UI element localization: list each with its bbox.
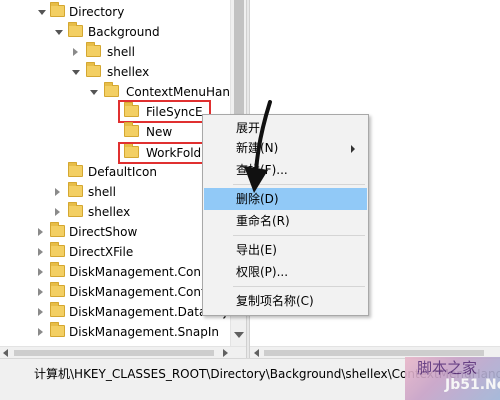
folder-icon bbox=[68, 22, 83, 37]
tree-item-directxfile[interactable]: DirectXFile bbox=[0, 242, 230, 262]
menu-item-label: 导出(E) bbox=[236, 243, 277, 257]
tree-horizontal-scrollbar[interactable] bbox=[0, 346, 246, 358]
scroll-left-icon[interactable] bbox=[254, 349, 259, 357]
scroll-thumb[interactable] bbox=[14, 350, 214, 356]
tree-item-background[interactable]: Background bbox=[0, 22, 230, 42]
highlight-box-workfolders bbox=[118, 142, 211, 164]
tree-item-label: ContextMenuHand bbox=[126, 85, 238, 99]
folder-icon bbox=[50, 2, 65, 17]
tree-item-label: shell bbox=[107, 45, 135, 59]
collapse-icon[interactable] bbox=[38, 308, 43, 316]
collapse-icon[interactable] bbox=[55, 208, 60, 216]
tree-item-diskmgmt-conn[interactable]: DiskManagement.Conn bbox=[0, 262, 230, 282]
folder-icon bbox=[50, 222, 65, 237]
tree-item-contextmenuhandlers[interactable]: ContextMenuHand bbox=[0, 82, 238, 102]
collapse-icon[interactable] bbox=[38, 328, 43, 336]
tree-item-label: DirectShow bbox=[69, 225, 138, 239]
submenu-arrow-icon bbox=[351, 145, 355, 153]
menu-separator bbox=[233, 286, 365, 287]
expand-icon[interactable] bbox=[90, 90, 98, 95]
collapse-icon[interactable] bbox=[38, 268, 43, 276]
annotation-arrow-icon bbox=[244, 100, 272, 193]
tree-item-label: shellex bbox=[107, 65, 150, 79]
collapse-icon[interactable] bbox=[73, 48, 78, 56]
folder-icon bbox=[86, 62, 101, 77]
tree-item-new[interactable]: New bbox=[0, 122, 230, 142]
tree-item-label: DiskManagement.Cont bbox=[69, 285, 206, 299]
collapse-icon[interactable] bbox=[38, 248, 43, 256]
menu-item-new[interactable]: 新建(N) bbox=[204, 137, 367, 159]
collapse-icon[interactable] bbox=[55, 188, 60, 196]
menu-separator bbox=[233, 235, 365, 236]
folder-icon bbox=[50, 262, 65, 277]
folder-icon bbox=[68, 202, 83, 217]
folder-icon bbox=[50, 282, 65, 297]
expand-icon[interactable] bbox=[55, 30, 63, 35]
tree-item-defaulticon[interactable]: DefaultIcon bbox=[0, 162, 230, 182]
menu-item-rename[interactable]: 重命名(R) bbox=[204, 210, 367, 232]
collapse-icon[interactable] bbox=[38, 288, 43, 296]
watermark-text: 脚本之家 bbox=[417, 359, 478, 377]
tree-item-label: DirectXFile bbox=[69, 245, 134, 259]
menu-item-export[interactable]: 导出(E) bbox=[204, 239, 367, 261]
context-menu[interactable]: 展开 新建(N) 查找(F)... 删除(D) 重命名(R) 导出(E) 权限(… bbox=[202, 114, 369, 316]
tree-item-label: DefaultIcon bbox=[88, 165, 157, 179]
scroll-right-icon[interactable] bbox=[223, 349, 228, 357]
menu-item-label: 权限(P)... bbox=[236, 265, 289, 279]
menu-item-permissions[interactable]: 权限(P)... bbox=[204, 261, 367, 283]
tree-item-label: Background bbox=[88, 25, 160, 39]
folder-icon bbox=[50, 302, 65, 317]
tree-item-label: DiskManagement.Conn bbox=[69, 265, 209, 279]
menu-item-delete[interactable]: 删除(D) bbox=[204, 188, 367, 210]
tree-item-directshow[interactable]: DirectShow bbox=[0, 222, 230, 242]
tree-item-shell-2[interactable]: shell bbox=[0, 182, 230, 202]
folder-icon bbox=[86, 42, 101, 57]
folder-icon bbox=[50, 322, 65, 337]
folder-icon bbox=[68, 182, 83, 197]
expand-icon[interactable] bbox=[38, 10, 46, 15]
highlight-box-filesyncex bbox=[118, 100, 211, 123]
tree-item-directory[interactable]: Directory bbox=[0, 2, 230, 22]
tree-item-label: shellex bbox=[88, 205, 131, 219]
folder-icon bbox=[68, 162, 83, 177]
scroll-left-icon[interactable] bbox=[3, 349, 8, 357]
tree-item-diskmgmt-cont[interactable]: DiskManagement.Cont bbox=[0, 282, 230, 302]
folder-icon bbox=[50, 242, 65, 257]
tree-item-shellex-2[interactable]: shellex bbox=[0, 202, 230, 222]
menu-item-label: 重命名(R) bbox=[236, 214, 290, 228]
scroll-thumb[interactable] bbox=[264, 350, 484, 356]
watermark-subtext: Jb51.Net bbox=[445, 377, 500, 393]
collapse-icon[interactable] bbox=[38, 228, 43, 236]
tree-item-diskmgmt-dataobj[interactable]: DiskManagement.DataObje bbox=[0, 302, 234, 322]
tree-item-shellex[interactable]: shellex bbox=[0, 62, 230, 82]
tree-item-shell[interactable]: shell bbox=[0, 42, 230, 62]
tree-item-label: shell bbox=[88, 185, 116, 199]
tree-item-label: New bbox=[146, 125, 173, 139]
tree-item-label: Directory bbox=[69, 5, 125, 19]
watermark-logo: 脚本之家 Jb51.Net bbox=[405, 357, 500, 400]
tree-item-diskmgmt-snapin[interactable]: DiskManagement.SnapIn bbox=[0, 322, 230, 342]
folder-icon bbox=[104, 82, 119, 97]
expand-icon[interactable] bbox=[72, 70, 80, 75]
menu-item-copy-key-name[interactable]: 复制项名称(C) bbox=[204, 290, 367, 312]
scroll-down-icon[interactable] bbox=[234, 332, 244, 338]
menu-item-expand[interactable]: 展开 bbox=[204, 117, 367, 139]
menu-item-find[interactable]: 查找(F)... bbox=[204, 159, 367, 181]
folder-icon bbox=[124, 122, 139, 137]
menu-item-label: 复制项名称(C) bbox=[236, 294, 314, 308]
tree-item-label: DiskManagement.SnapIn bbox=[69, 325, 219, 339]
